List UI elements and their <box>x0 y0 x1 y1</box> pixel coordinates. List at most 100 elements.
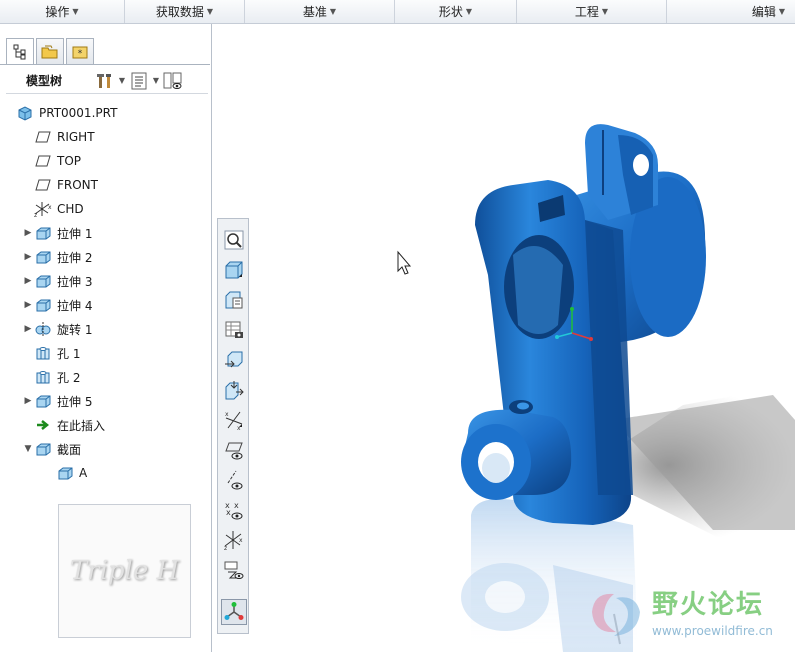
tab-favorites[interactable]: * <box>66 38 94 64</box>
tree-item-label: 截面 <box>57 442 82 457</box>
extrude-icon <box>34 225 52 241</box>
plane-display-button[interactable] <box>221 437 247 463</box>
point-display-eye-icon: x xx <box>225 501 243 520</box>
menu-edit-label: 编辑 <box>751 5 776 19</box>
csys-display-icon: zx <box>224 531 243 550</box>
chevron-down-icon[interactable]: ▼ <box>116 76 128 85</box>
tree-item-extrude-5[interactable]: ▶ 拉伸 5 <box>6 389 208 413</box>
menu-get-data[interactable]: 获取数据 ▼ <box>125 0 245 23</box>
tree-item-label: 孔 1 <box>57 346 81 361</box>
tree-item-label: 拉伸 4 <box>57 298 93 313</box>
spin-center-icon <box>224 602 244 620</box>
tree-item-extrude-4[interactable]: ▶ 拉伸 4 <box>6 293 208 317</box>
annotation-display-icon <box>224 561 244 579</box>
datum-plane-icon <box>34 129 52 145</box>
hole-icon <box>34 369 52 385</box>
tree-item-right[interactable]: RIGHT <box>6 125 208 149</box>
expand-arrow-icon[interactable]: ▶ <box>22 396 34 406</box>
tree-item-front[interactable]: FRONT <box>6 173 208 197</box>
tree-item-section-a[interactable]: A <box>6 461 208 485</box>
expand-arrow-icon[interactable]: ▶ <box>22 276 34 286</box>
tree-item-extrude-3[interactable]: ▶ 拉伸 3 <box>6 269 208 293</box>
section-icon <box>34 441 52 457</box>
chevron-down-icon: ▼ <box>72 7 79 16</box>
tree-item-chd[interactable]: zx CHD <box>6 197 208 221</box>
perspective-icon <box>225 351 243 368</box>
display-style-icon <box>225 291 243 309</box>
extrude-icon <box>34 273 52 289</box>
chevron-down-icon[interactable]: ▼ <box>150 76 162 85</box>
revolve-icon <box>34 321 52 337</box>
graphics-window[interactable] <box>213 25 795 652</box>
tree-item-extrude-2[interactable]: ▶ 拉伸 2 <box>6 245 208 269</box>
view-manager-button[interactable] <box>221 317 247 343</box>
tree-item-label: 拉伸 2 <box>57 250 93 265</box>
axis-display-button[interactable] <box>221 467 247 493</box>
tree-item-label: RIGHT <box>57 130 95 144</box>
svg-text:*: * <box>78 49 83 59</box>
navigator-panel: * 模型树 ▼ ▼ PRT0001.PRT RIGHT TOP FRONT z … <box>0 24 212 652</box>
datum-display-icon: xx <box>225 411 243 430</box>
tab-model-tree[interactable] <box>6 38 34 65</box>
csys-display-button[interactable]: zx <box>221 527 247 553</box>
point-display-button[interactable]: xxx <box>221 497 247 523</box>
navigator-tabs: * <box>6 38 94 65</box>
tree-settings-tools-icon[interactable] <box>94 71 116 91</box>
hole-icon <box>34 345 52 361</box>
mouse-cursor-icon <box>397 250 412 275</box>
expand-arrow-icon[interactable]: ▶ <box>22 252 34 262</box>
forum-logo-icon <box>592 593 640 645</box>
datum-display-button[interactable]: xx <box>221 407 247 433</box>
tree-item-sections[interactable]: ▼ 截面 <box>6 437 208 461</box>
reorient-button[interactable] <box>221 377 247 403</box>
tree-item-label: TOP <box>57 154 82 168</box>
svg-text:x: x <box>225 411 229 418</box>
datum-plane-icon <box>34 177 52 193</box>
annotation-display-button[interactable] <box>221 557 247 583</box>
menu-datum[interactable]: 基准 ▼ <box>245 0 395 23</box>
tree-item-hole-2[interactable]: 孔 2 <box>6 365 208 389</box>
tree-item-label: A <box>79 466 88 480</box>
menu-engineering-label: 工程 <box>574 5 599 19</box>
chevron-down-icon: ▼ <box>778 7 785 16</box>
tab-divider <box>0 64 210 65</box>
extrude-icon <box>34 249 52 265</box>
tree-item-top[interactable]: TOP <box>6 149 208 173</box>
watermark-url: www.proewildfire.cn <box>652 624 773 638</box>
chevron-down-icon: ▼ <box>465 7 473 16</box>
chevron-down-icon: ▼ <box>329 7 337 16</box>
saved-views-button[interactable] <box>221 257 247 283</box>
insert-here-icon <box>34 417 52 433</box>
expand-arrow-icon[interactable]: ▶ <box>22 228 34 238</box>
reorient-icon <box>225 381 244 400</box>
collapse-arrow-icon[interactable]: ▼ <box>22 444 34 454</box>
tree-item-hole-1[interactable]: 孔 1 <box>6 341 208 365</box>
display-style-button[interactable] <box>221 287 247 313</box>
part-icon <box>16 105 34 121</box>
menu-engineering[interactable]: 工程 ▼ <box>517 0 667 23</box>
tree-item-extrude-1[interactable]: ▶ 拉伸 1 <box>6 221 208 245</box>
expand-arrow-icon[interactable]: ▶ <box>22 300 34 310</box>
tree-item-label: PRT0001.PRT <box>39 106 118 120</box>
model-tree-title: 模型树 <box>26 74 63 88</box>
spin-center-button[interactable] <box>221 599 247 625</box>
perspective-view-button[interactable] <box>221 347 247 373</box>
tree-item-revolve-1[interactable]: ▶ 旋转 1 <box>6 317 208 341</box>
tree-item-insert-here[interactable]: 在此插入 <box>6 413 208 437</box>
watermark-title: 野火论坛 <box>652 590 765 620</box>
tree-item-label: 孔 2 <box>57 370 81 385</box>
expand-arrow-icon[interactable]: ▶ <box>22 324 34 334</box>
tree-display-list-icon[interactable] <box>128 71 150 91</box>
axis-display-eye-icon <box>227 470 243 490</box>
menu-edit[interactable]: 编辑 ▼ <box>667 0 795 23</box>
folder-icon <box>41 45 58 58</box>
model-tree-icon <box>13 44 26 60</box>
menu-operations[interactable]: 操作 ▼ <box>0 0 125 23</box>
menu-shapes[interactable]: 形状 ▼ <box>395 0 517 23</box>
plane-display-eye-icon <box>225 442 243 460</box>
zoom-button[interactable] <box>221 227 247 253</box>
menu-bar: 操作 ▼ 获取数据 ▼ 基准 ▼ 形状 ▼ 工程 ▼ 编辑 ▼ <box>0 0 795 24</box>
tree-columns-eye-icon[interactable] <box>162 71 184 91</box>
tree-item-root[interactable]: PRT0001.PRT <box>6 101 208 125</box>
tab-folder-browser[interactable] <box>36 38 64 64</box>
